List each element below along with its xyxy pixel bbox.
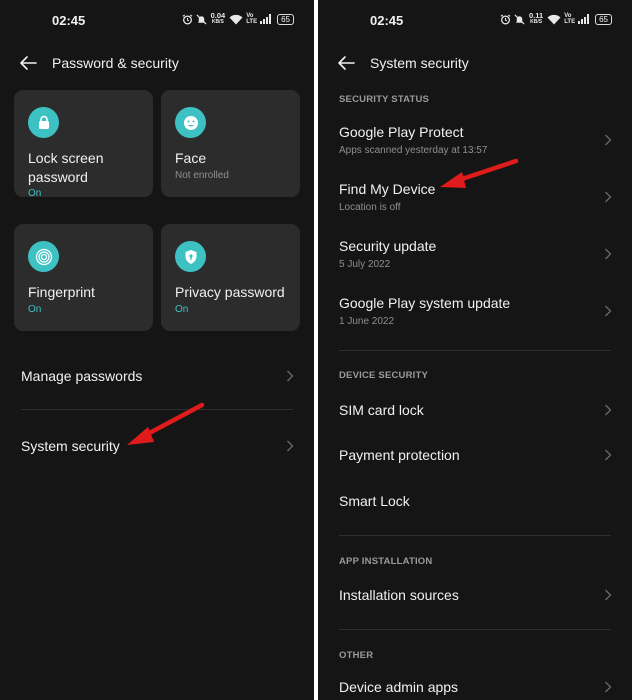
divider <box>339 350 611 351</box>
volte-indicator: Vo LTE <box>246 13 258 25</box>
alarm-icon <box>182 13 193 24</box>
tile-label: Privacy password <box>175 284 285 300</box>
installation-sources-item[interactable]: Installation sources <box>318 581 632 611</box>
tile-lock-screen-password[interactable]: Lock screen password On <box>14 90 153 199</box>
chevron-right-icon <box>605 305 612 317</box>
signal-icon <box>578 14 590 24</box>
wifi-icon <box>229 14 243 24</box>
google-play-system-update-item[interactable]: Google Play system update 1 June 2022 <box>318 289 632 337</box>
status-time: 02:45 <box>52 13 86 28</box>
item-title: Google Play Protect <box>339 124 464 140</box>
tile-fingerprint[interactable]: Fingerprint On <box>14 224 153 331</box>
item-title: Payment protection <box>339 447 460 463</box>
status-time: 02:45 <box>370 13 404 28</box>
page-title: Password & security <box>52 55 179 71</box>
security-update-item[interactable]: Security update 5 July 2022 <box>318 232 632 280</box>
tile-status: On <box>28 304 42 315</box>
device-admin-apps-item[interactable]: Device admin apps <box>318 673 632 700</box>
item-title: Installation sources <box>339 587 459 603</box>
google-play-protect-item[interactable]: Google Play Protect Apps scanned yesterd… <box>318 118 632 166</box>
status-icons: 0.04 KB/S Vo LTE 65 <box>182 12 294 26</box>
chevron-right-icon <box>287 370 294 382</box>
volte-indicator: Vo LTE <box>564 13 576 25</box>
divider <box>339 535 611 536</box>
back-arrow-icon[interactable] <box>336 54 356 72</box>
chevron-right-icon <box>605 134 612 146</box>
tile-privacy-password[interactable]: Privacy password On <box>161 224 300 331</box>
chevron-right-icon <box>287 440 294 452</box>
tile-status: Not enrolled <box>175 170 229 181</box>
tile-label: Face <box>175 150 207 166</box>
face-icon <box>175 107 206 138</box>
item-subtitle: 1 June 2022 <box>339 316 395 327</box>
tile-face[interactable]: Face Not enrolled <box>161 90 300 197</box>
fingerprint-icon <box>28 241 59 272</box>
tile-status: On <box>175 304 189 315</box>
app-header: System security <box>318 48 632 78</box>
tile-status: On <box>28 188 42 199</box>
item-title: Find My Device <box>339 181 436 197</box>
lock-icon <box>28 107 59 138</box>
system-security-screen: 02:45 0.11 KB/S Vo LTE 65 System security … <box>318 0 632 700</box>
status-icons: 0.11 KB/S Vo LTE 65 <box>500 12 612 26</box>
network-speed: 0.11 KB/S <box>529 11 544 25</box>
chevron-right-icon <box>605 449 612 461</box>
section-header-device-security: DEVICE SECURITY <box>339 370 429 381</box>
chevron-right-icon <box>605 191 612 203</box>
tile-label: Lock screen password <box>28 150 104 185</box>
mute-icon <box>196 13 207 25</box>
smart-lock-item[interactable]: Smart Lock <box>318 487 632 517</box>
chevron-right-icon <box>605 681 612 693</box>
signal-icon <box>260 14 272 24</box>
battery-icon: 65 <box>277 13 294 25</box>
divider <box>21 409 293 410</box>
status-bar: 02:45 0.04 KB/S Vo LTE 65 <box>0 0 314 40</box>
item-title: Security update <box>339 238 437 254</box>
item-label: System security <box>21 438 120 454</box>
mute-icon <box>514 13 525 25</box>
battery-icon: 65 <box>595 13 612 25</box>
item-title: Google Play system update <box>339 295 511 311</box>
item-title: SIM card lock <box>339 402 424 418</box>
app-header: Password & security <box>0 48 314 78</box>
chevron-right-icon <box>605 404 612 416</box>
find-my-device-item[interactable]: Find My Device Location is off <box>318 175 632 223</box>
sim-card-lock-item[interactable]: SIM card lock <box>318 396 632 426</box>
manage-passwords-item[interactable]: Manage passwords <box>0 360 314 392</box>
back-arrow-icon[interactable] <box>18 54 38 72</box>
item-title: Smart Lock <box>339 493 410 509</box>
item-subtitle: Location is off <box>339 202 401 213</box>
network-speed: 0.04 KB/S <box>210 11 226 25</box>
status-bar: 02:45 0.11 KB/S Vo LTE 65 <box>318 0 632 40</box>
section-header-other: OTHER <box>339 650 374 661</box>
divider <box>339 629 611 630</box>
chevron-right-icon <box>605 589 612 601</box>
tile-label: Fingerprint <box>28 284 95 300</box>
system-security-item[interactable]: System security <box>0 430 314 462</box>
section-header-app-installation: APP INSTALLATION <box>339 556 433 567</box>
wifi-icon <box>547 14 561 24</box>
page-title: System security <box>370 55 469 71</box>
alarm-icon <box>500 13 511 24</box>
item-subtitle: Apps scanned yesterday at 13:57 <box>339 145 488 156</box>
item-label: Manage passwords <box>21 368 143 384</box>
item-title: Device admin apps <box>339 679 459 695</box>
section-header-security-status: SECURITY STATUS <box>339 94 430 105</box>
item-subtitle: 5 July 2022 <box>339 259 391 270</box>
password-security-screen: 02:45 0.04 KB/S Vo LTE 65 Password & secur… <box>0 0 314 700</box>
payment-protection-item[interactable]: Payment protection <box>318 441 632 471</box>
chevron-right-icon <box>605 248 612 260</box>
privacy-shield-icon <box>175 241 206 272</box>
